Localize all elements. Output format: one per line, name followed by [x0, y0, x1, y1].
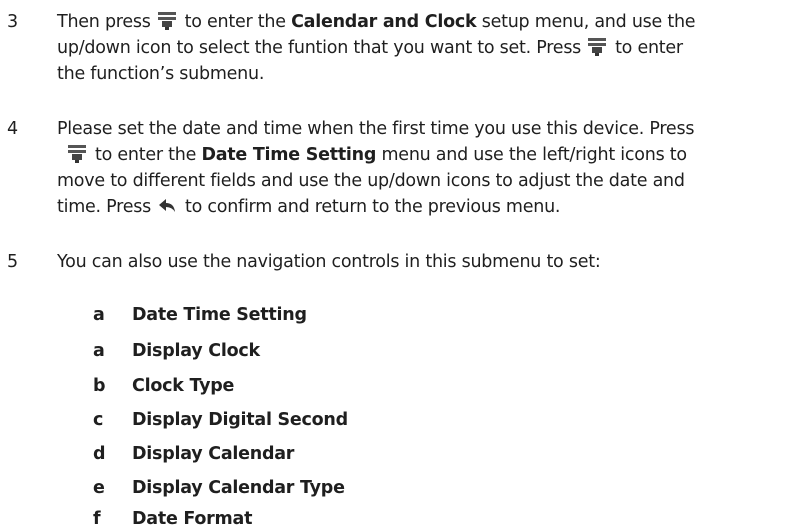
enter-icon	[585, 37, 609, 57]
list-item: b Clock Type	[0, 373, 797, 399]
step-text-fragment: menu and use the left/right icons to	[381, 145, 688, 165]
menu-name: Date Time Setting	[201, 145, 377, 165]
list-item-letter: a	[93, 341, 105, 361]
list-item: d Display Calendar	[0, 441, 797, 467]
list-item-letter: f	[93, 509, 101, 529]
step-number: 3	[7, 12, 18, 32]
step-text-fragment: to confirm and return to the previous me…	[184, 197, 561, 217]
step-text-fragment: to enter	[615, 38, 683, 58]
list-item-label: Display Digital Second	[132, 410, 348, 430]
list-item: a Display Clock	[0, 338, 797, 364]
list-item-letter: b	[93, 376, 106, 396]
step-text-fragment: move to different fields and use the up/…	[57, 171, 685, 191]
list-item-label: Display Calendar Type	[132, 478, 345, 498]
step-text-fragment: to enter the	[95, 145, 197, 165]
step-text-fragment: to enter the	[184, 12, 286, 32]
menu-name: Calendar and Clock	[291, 12, 477, 32]
back-icon	[155, 196, 179, 216]
list-item-label: Display Calendar	[132, 444, 295, 464]
step-text-fragment: the function’s submenu.	[57, 64, 265, 84]
step-text-fragment: time. Press	[57, 197, 151, 217]
list-item-letter: c	[93, 410, 104, 430]
step-text: You can also use the navigation controls…	[57, 249, 795, 275]
list-item-letter: d	[93, 444, 106, 464]
step-number: 5	[7, 252, 18, 272]
enter-icon	[155, 11, 179, 31]
enter-icon	[65, 144, 89, 164]
list-item: c Display Digital Second	[0, 407, 797, 433]
list-item-letter: e	[93, 478, 105, 498]
list-item-label: Date Format	[132, 509, 253, 529]
step-text-fragment: up/down icon to select the funtion that …	[57, 38, 582, 58]
list-item-label: Clock Type	[132, 376, 235, 396]
list-item: a Date Time Setting	[0, 302, 797, 328]
step-text-fragment: Please set the date and time when the fi…	[57, 119, 695, 139]
list-item: e Display Calendar Type	[0, 475, 797, 501]
step-text-fragment: setup menu, and use the	[481, 12, 696, 32]
list-item-label: Date Time Setting	[132, 305, 307, 325]
step-text: Then press to enter the Calendar and Cloc…	[57, 9, 795, 87]
list-item-letter: a	[93, 305, 105, 325]
list-item-label: Display Clock	[132, 341, 260, 361]
step-text-fragment: You can also use the navigation controls…	[57, 252, 601, 272]
step-text-fragment: Then press	[57, 12, 151, 32]
step-number: 4	[7, 119, 18, 139]
list-item: f Date Format	[0, 506, 797, 532]
step-text: Please set the date and time when the fi…	[57, 116, 795, 220]
